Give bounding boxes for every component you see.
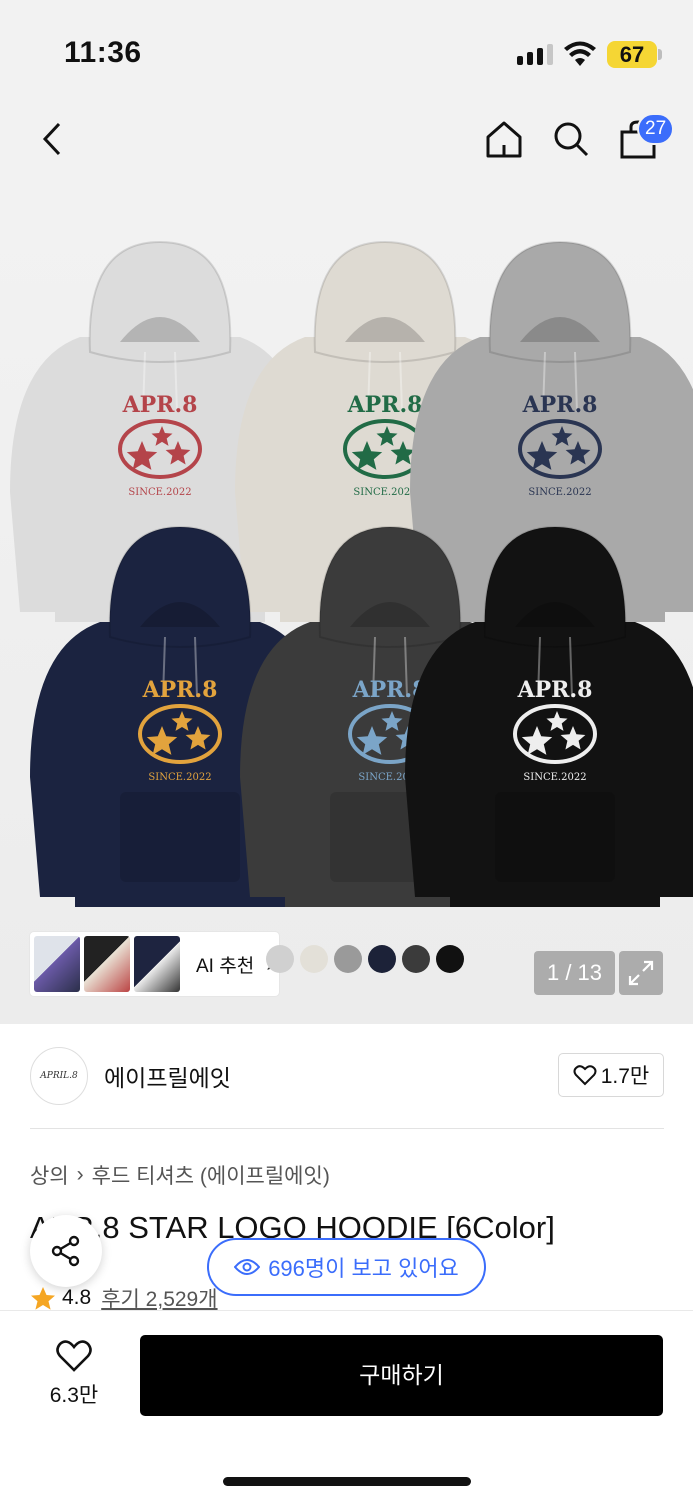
expand-icon <box>628 960 654 986</box>
color-swatch[interactable] <box>300 945 328 973</box>
expand-image-button[interactable] <box>619 951 663 995</box>
eye-icon <box>234 1259 261 1275</box>
color-swatch[interactable] <box>368 945 396 973</box>
breadcrumb-category[interactable]: 상의 <box>30 1160 69 1190</box>
brand-name[interactable]: 에이프릴에잇 <box>104 1059 231 1093</box>
battery-cap <box>658 49 662 60</box>
rating-value: 4.8 <box>62 1286 92 1309</box>
status-bar: 11:36 67 <box>0 0 693 100</box>
brand-logo[interactable]: APRIL.8 <box>30 1047 88 1105</box>
hoodie-print-text: APR.8 <box>142 677 218 703</box>
divider <box>30 1128 664 1129</box>
cart-count-badge: 27 <box>637 113 675 145</box>
ai-thumbnail <box>34 936 80 992</box>
breadcrumb-subcategory[interactable]: 후드 티셔츠 (에이프릴에잇) <box>92 1160 330 1190</box>
hoodie-print-subtext: SINCE.2022 <box>148 772 211 783</box>
cellular-signal-icon <box>517 44 553 65</box>
review-count-link[interactable]: 후기 2,529개 <box>101 1283 217 1313</box>
image-counter: 1 / 13 <box>534 951 615 995</box>
hoodie-print-subtext: SINCE.2022 <box>528 487 591 498</box>
breadcrumb: 상의 › 후드 티셔츠 (에이프릴에잇) <box>30 1160 330 1190</box>
status-time: 11:36 <box>64 36 142 69</box>
viewers-text: 696명이 보고 있어요 <box>268 1256 459 1281</box>
hoodie-print-subtext: SINCE.2022 <box>523 772 586 783</box>
home-button[interactable] <box>479 114 529 164</box>
top-nav <box>0 100 693 182</box>
color-swatch[interactable] <box>402 945 430 973</box>
hoodie-print-text: APR.8 <box>522 392 598 418</box>
color-swatch[interactable] <box>436 945 464 973</box>
hoodie-print-text: APR.8 <box>122 392 198 418</box>
share-button[interactable] <box>30 1215 102 1287</box>
back-button[interactable] <box>27 114 77 164</box>
buy-button[interactable]: 구매하기 <box>140 1335 663 1416</box>
wifi-icon <box>564 41 596 66</box>
heart-icon <box>573 1065 597 1086</box>
search-button[interactable] <box>546 114 596 164</box>
star-icon <box>31 1286 55 1310</box>
color-swatch[interactable] <box>266 945 294 973</box>
ai-recommend-label: AI 추천 <box>196 955 255 977</box>
favorite-button[interactable]: 6.3만 <box>36 1339 112 1409</box>
product-image[interactable]: APR.8 SINCE.2022 APR.8 SINCE.2022 APR.8 SINCE… <box>0 182 693 1024</box>
heart-icon <box>56 1340 92 1372</box>
brand-row[interactable]: APRIL.8 에이프릴에잇 1.7만 <box>30 1046 664 1106</box>
ai-thumbnail <box>84 936 130 992</box>
color-swatch[interactable] <box>334 945 362 973</box>
hoodie-print-subtext: SINCE.2022 <box>353 487 416 498</box>
rating-row[interactable]: 4.8 후기 2,529개 <box>30 1283 218 1313</box>
ai-thumbnail <box>134 936 180 992</box>
hoodie-print-text: APR.8 <box>517 677 593 703</box>
brand-like-count: 1.7만 <box>600 1065 650 1088</box>
battery-indicator: 67 <box>607 41 657 68</box>
brand-like-button[interactable]: 1.7만 <box>558 1053 664 1097</box>
share-icon <box>51 1235 80 1267</box>
hoodie-print-text: APR.8 <box>347 392 423 418</box>
bottom-action-bar: 6.3만 구매하기 <box>0 1310 693 1500</box>
viewers-pill: 696명이 보고 있어요 <box>207 1238 486 1296</box>
home-icon <box>486 121 522 158</box>
hoodie-print-subtext: SINCE.2022 <box>128 487 191 498</box>
search-icon <box>554 122 589 157</box>
ai-recommend-chip[interactable]: AI 추천 › <box>30 932 279 996</box>
home-indicator <box>223 1477 471 1486</box>
favorite-count: 6.3만 <box>49 1384 99 1407</box>
product-image-carousel[interactable]: APR.8 SINCE.2022 APR.8 SINCE.2022 APR.8 SINCE… <box>0 182 693 1024</box>
chevron-left-icon <box>42 122 61 156</box>
chevron-right-icon: › <box>76 1163 84 1186</box>
color-swatches <box>266 945 464 973</box>
